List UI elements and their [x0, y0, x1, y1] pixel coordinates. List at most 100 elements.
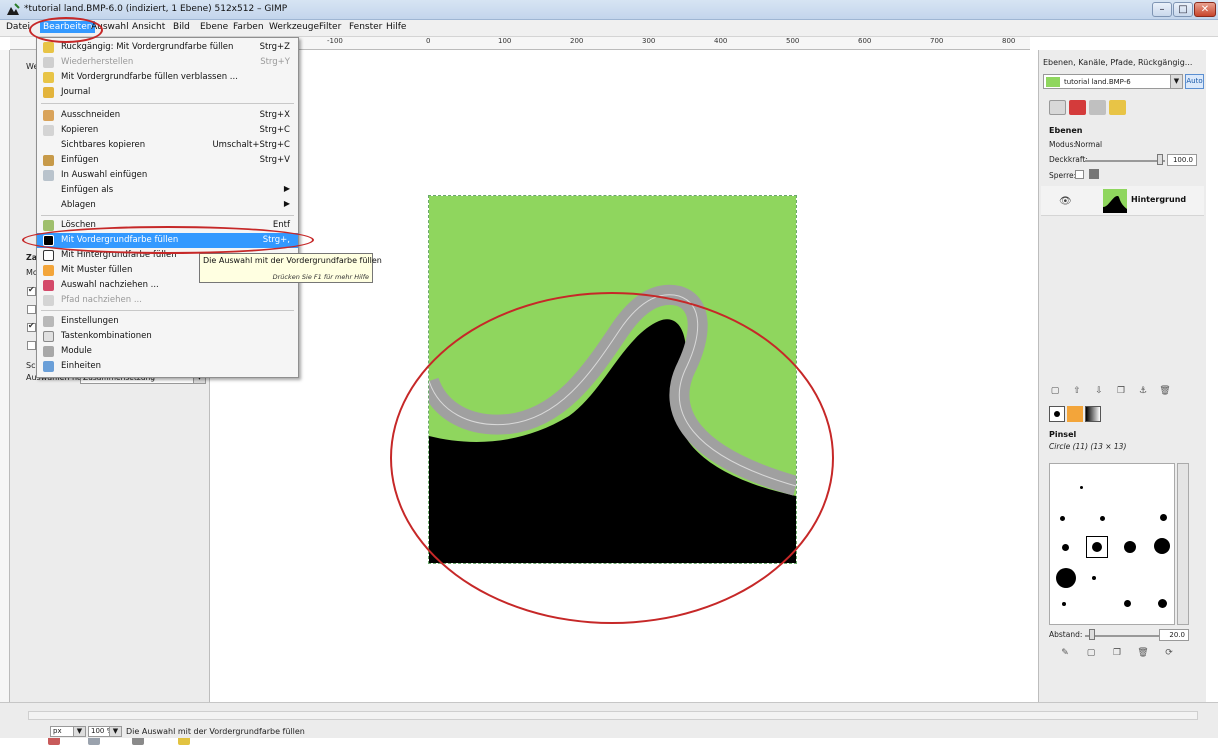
menu-fenster[interactable]: Fenster: [349, 22, 382, 32]
menu-farben[interactable]: Farben: [233, 22, 264, 32]
menu-ansicht[interactable]: Ansicht: [132, 22, 165, 32]
spacing-slider[interactable]: [1085, 635, 1165, 637]
brush-preview[interactable]: [1124, 600, 1131, 607]
paths-tab-icon[interactable]: [1089, 100, 1106, 115]
duplicate-brush-icon[interactable]: ❐: [1111, 648, 1123, 660]
raise-layer-icon[interactable]: ⇧: [1071, 386, 1083, 398]
annotation-ellipse: [390, 292, 834, 624]
delete-layer-icon[interactable]: 🗑: [1159, 386, 1171, 398]
channels-tab-icon[interactable]: [1069, 100, 1086, 115]
brush-preview[interactable]: [1062, 602, 1066, 606]
lock-pixels-checkbox[interactable]: [1075, 170, 1084, 179]
menu-bild[interactable]: Bild: [173, 22, 190, 32]
maximize-button[interactable]: □: [1173, 2, 1193, 17]
menu-item-paste-as[interactable]: Einfügen als ▶: [37, 183, 298, 198]
spacing-slider-handle[interactable]: [1089, 629, 1095, 640]
menu-item-journal[interactable]: Journal: [37, 85, 298, 100]
opacity-input[interactable]: 100.0: [1167, 154, 1197, 166]
brush-preview[interactable]: [1092, 576, 1096, 580]
ruler-label: 100: [498, 37, 512, 45]
undo-icon: [43, 42, 54, 53]
option-checkbox[interactable]: [27, 285, 36, 296]
menu-ebene[interactable]: Ebene: [200, 22, 228, 32]
undo-history-tab-icon[interactable]: [1109, 100, 1126, 115]
brush-preview[interactable]: [1100, 516, 1105, 521]
refresh-brushes-icon[interactable]: ⟳: [1163, 648, 1175, 660]
option-checkbox[interactable]: [27, 341, 36, 350]
image-selector[interactable]: tutorial land.BMP-6 ▼: [1043, 74, 1183, 89]
menu-item-redo[interactable]: Wiederherstellen Strg+Y: [37, 55, 298, 70]
eye-icon[interactable]: 👁: [1059, 196, 1072, 207]
copy-icon: [43, 125, 54, 136]
spacing-input[interactable]: 20.0: [1159, 629, 1189, 641]
menu-item-cut[interactable]: Ausschneiden Strg+X: [37, 108, 298, 123]
edit-menu: Rückgängig: Mit Vordergrundfarbe füllen …: [36, 37, 299, 378]
brush-scrollbar[interactable]: [1177, 463, 1189, 625]
stroke-selection-icon: [43, 280, 54, 291]
unit-selector[interactable]: px ▼: [50, 726, 86, 737]
edit-brush-icon[interactable]: ✎: [1059, 648, 1071, 660]
menu-item-fade[interactable]: Mit Vordergrundfarbe füllen verblassen .…: [37, 70, 298, 85]
gradients-tab-icon[interactable]: [1085, 406, 1101, 422]
menu-item-modules[interactable]: Module: [37, 344, 298, 359]
lower-layer-icon[interactable]: ⇩: [1093, 386, 1105, 398]
new-layer-icon[interactable]: ▢: [1049, 386, 1061, 398]
menu-item-paste-into[interactable]: In Auswahl einfügen: [37, 168, 298, 183]
menu-item-copy-visible[interactable]: Sichtbares kopieren Umschalt+Strg+C: [37, 138, 298, 153]
mode-value[interactable]: Normal: [1075, 140, 1102, 149]
brush-preview[interactable]: [1080, 486, 1083, 489]
menu-item-stroke-path[interactable]: Pfad nachziehen ...: [37, 293, 298, 308]
minimize-button[interactable]: –: [1152, 2, 1172, 17]
gimp-icon: [7, 3, 20, 15]
vertical-ruler[interactable]: [0, 50, 10, 702]
submenu-arrow-icon: ▶: [283, 184, 290, 193]
menu-item-shortcut: Strg+C: [259, 125, 290, 135]
brush-preview[interactable]: [1056, 568, 1076, 588]
menu-item-buffers[interactable]: Ablagen ▶: [37, 198, 298, 213]
brush-preview[interactable]: [1154, 538, 1170, 554]
menu-hilfe[interactable]: Hilfe: [386, 22, 406, 32]
option-checkbox[interactable]: [27, 321, 36, 332]
delete-brush-icon[interactable]: 🗑: [1137, 648, 1149, 660]
lock-alpha-icon[interactable]: [1089, 169, 1099, 179]
menu-item-label: Kopieren: [61, 125, 99, 135]
menu-filter[interactable]: Filter: [319, 22, 341, 32]
brushes-tab-icon[interactable]: [1049, 406, 1065, 422]
option-checkbox[interactable]: [27, 305, 36, 314]
menu-item-shortcuts[interactable]: Tastenkombinationen: [37, 329, 298, 344]
title-bar: *tutorial land.BMP-6.0 (indiziert, 1 Ebe…: [0, 0, 1218, 20]
close-button[interactable]: ✕: [1194, 2, 1216, 17]
keyboard-icon: [43, 331, 54, 342]
patterns-tab-icon[interactable]: [1067, 406, 1083, 422]
menu-item-preferences[interactable]: Einstellungen: [37, 314, 298, 329]
new-brush-icon[interactable]: ▢: [1085, 648, 1097, 660]
menu-datei[interactable]: Datei: [6, 22, 30, 32]
brush-preview[interactable]: [1060, 516, 1065, 521]
layers-tab-icon[interactable]: [1049, 100, 1066, 115]
layer-row[interactable]: 👁 Hintergrund: [1041, 186, 1204, 216]
duplicate-layer-icon[interactable]: ❐: [1115, 386, 1127, 398]
auto-button[interactable]: Auto: [1185, 74, 1204, 89]
brush-preview[interactable]: [1062, 544, 1069, 551]
maximize-icon: □: [1178, 4, 1188, 15]
brush-preview[interactable]: [1158, 599, 1167, 608]
brush-preview[interactable]: [1092, 542, 1102, 552]
brushes-heading: Pinsel: [1049, 430, 1077, 439]
layers-dock: Ebenen, Kanäle, Pfade, Rückgängig... tut…: [1038, 50, 1206, 702]
status-message: Die Auswahl mit der Vordergrundfarbe fül…: [126, 727, 305, 736]
brush-grid[interactable]: [1049, 463, 1175, 625]
brush-preview[interactable]: [1124, 541, 1136, 553]
minimize-icon: –: [1159, 4, 1165, 15]
menu-item-units[interactable]: Einheiten: [37, 359, 298, 374]
brush-preview[interactable]: [1160, 514, 1167, 521]
menu-item-paste[interactable]: Einfügen Strg+V: [37, 153, 298, 168]
menu-item-copy[interactable]: Kopieren Strg+C: [37, 123, 298, 138]
opacity-slider-handle[interactable]: [1157, 154, 1163, 165]
menu-item-label: In Auswahl einfügen: [61, 170, 148, 180]
zoom-selector[interactable]: 100 % ▼: [88, 726, 122, 737]
anchor-icon[interactable]: ⚓: [1137, 386, 1149, 398]
opacity-slider[interactable]: [1085, 160, 1165, 162]
paste-into-icon: [43, 170, 54, 181]
horizontal-scrollbar[interactable]: [28, 711, 1198, 720]
menu-werkzeuge[interactable]: Werkzeuge: [269, 22, 319, 32]
